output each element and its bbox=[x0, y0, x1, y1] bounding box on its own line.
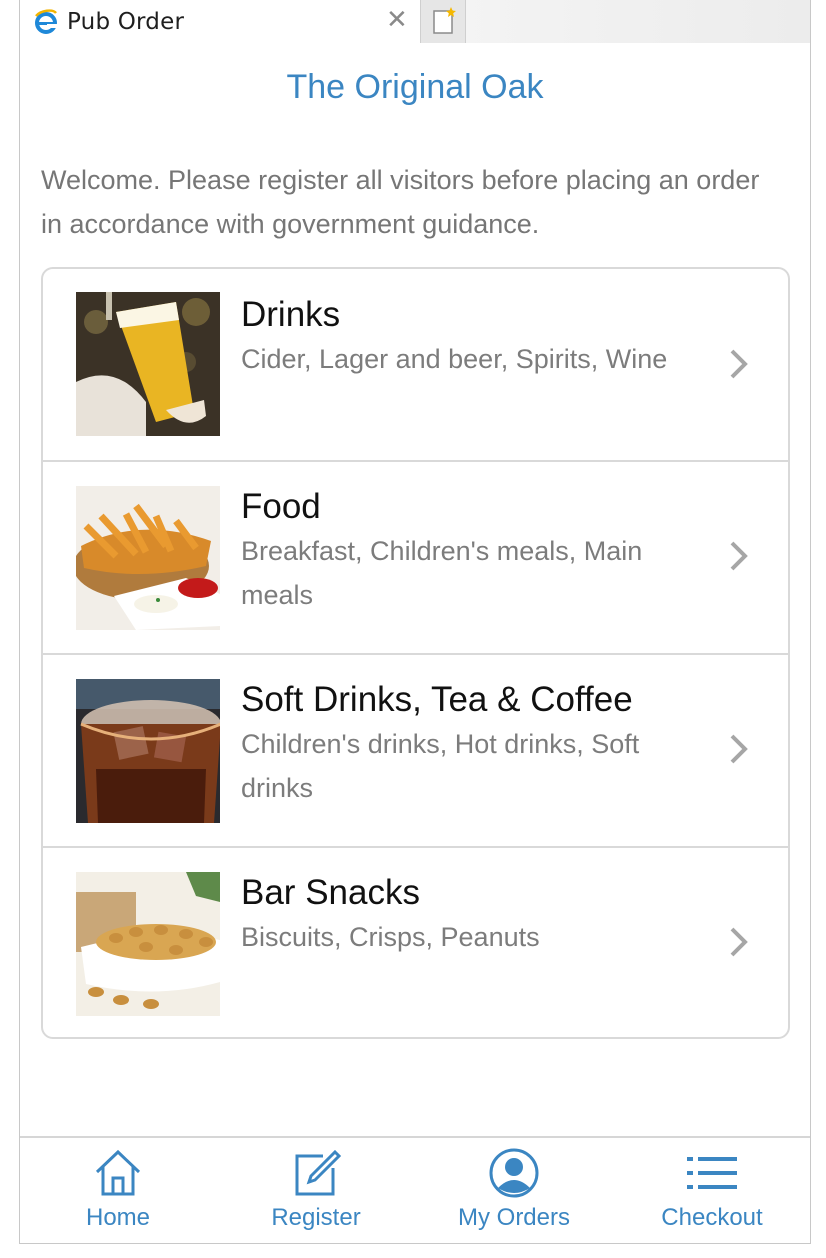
category-item-bar-snacks[interactable]: Bar Snacks Biscuits, Crisps, Peanuts bbox=[43, 846, 788, 1037]
category-item-soft-drinks[interactable]: Soft Drinks, Tea & Coffee Children's dri… bbox=[43, 653, 788, 846]
category-title: Soft Drinks, Tea & Coffee bbox=[241, 680, 633, 719]
home-icon bbox=[95, 1149, 141, 1196]
nav-register[interactable]: Register bbox=[221, 1138, 411, 1243]
cola-glass-image bbox=[76, 679, 220, 823]
new-tab-icon bbox=[433, 7, 456, 34]
new-tab-button[interactable] bbox=[420, 0, 466, 43]
nav-checkout[interactable]: Checkout bbox=[617, 1138, 807, 1243]
list-icon bbox=[687, 1157, 737, 1189]
bottom-nav: Home Register My Orders Checkout bbox=[20, 1136, 810, 1243]
peanuts-bowl-image bbox=[76, 872, 220, 1016]
nav-label: Home bbox=[85, 1204, 151, 1231]
nav-label: Checkout bbox=[661, 1204, 763, 1231]
chevron-right-icon bbox=[730, 541, 748, 571]
browser-window: Pub Order ✕ The Original Oak Welcome. Pl… bbox=[19, 0, 811, 1244]
nav-label: Register bbox=[271, 1204, 361, 1231]
user-icon bbox=[489, 1148, 539, 1198]
chevron-right-icon bbox=[730, 734, 748, 764]
nav-label: My Orders bbox=[457, 1204, 570, 1231]
category-subtitle: Children's drinks, Hot drinks, Soft drin… bbox=[241, 729, 640, 803]
category-subtitle: Biscuits, Crisps, Peanuts bbox=[241, 922, 540, 952]
chevron-right-icon bbox=[730, 927, 748, 957]
category-title: Bar Snacks bbox=[241, 873, 420, 912]
chevron-right-icon bbox=[730, 349, 748, 379]
nav-my-orders[interactable]: My Orders bbox=[419, 1138, 609, 1243]
beer-glass-image bbox=[76, 292, 220, 436]
category-subtitle: Cider, Lager and beer, Spirits, Wine bbox=[241, 344, 668, 374]
edit-icon bbox=[295, 1149, 341, 1196]
category-title: Food bbox=[241, 487, 321, 526]
category-item-drinks[interactable]: Drinks Cider, Lager and beer, Spirits, W… bbox=[43, 269, 788, 462]
category-subtitle: Breakfast, Children's meals, Main meals bbox=[241, 536, 643, 610]
category-item-food[interactable]: Food Breakfast, Children's meals, Main m… bbox=[43, 460, 788, 653]
category-title: Drinks bbox=[241, 295, 341, 334]
tab-title: Pub Order bbox=[67, 9, 185, 35]
tab-strip: Pub Order ✕ bbox=[20, 0, 810, 43]
ie-icon bbox=[33, 9, 59, 35]
category-list: Drinks Cider, Lager and beer, Spirits, W… bbox=[41, 267, 790, 1039]
browser-tab[interactable]: Pub Order ✕ bbox=[20, 0, 420, 43]
welcome-message: Welcome. Please register all visitors be… bbox=[41, 165, 760, 239]
chips-basket-image bbox=[76, 486, 220, 630]
close-icon[interactable]: ✕ bbox=[386, 7, 408, 33]
nav-home[interactable]: Home bbox=[23, 1138, 213, 1243]
page-title: The Original Oak bbox=[286, 68, 544, 106]
